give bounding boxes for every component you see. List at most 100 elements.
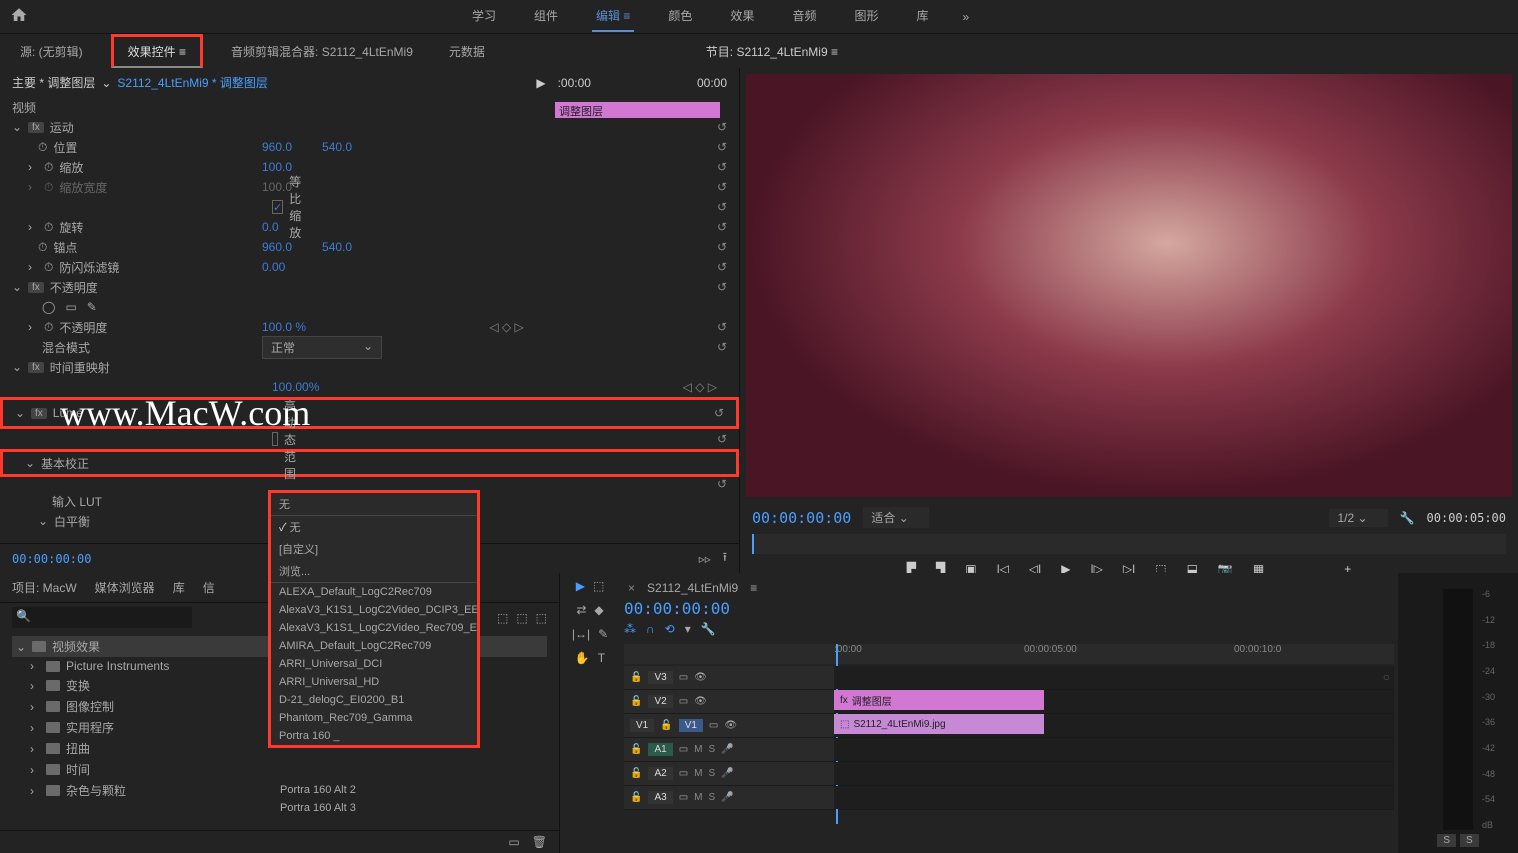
lut-item[interactable]: AlexaV3_K1S1_LogC2Video_Rec709_E <box>271 619 477 637</box>
stopwatch-icon[interactable]: ⏱ <box>44 260 53 275</box>
magnet-icon[interactable]: ∩ <box>646 622 655 636</box>
ellipse-mask-icon[interactable]: ◯ <box>42 300 55 314</box>
folder-item[interactable]: 扭曲 <box>66 740 90 757</box>
rect-mask-icon[interactable]: ▭ <box>65 300 76 314</box>
time-remap-effect[interactable]: 时间重映射 <box>50 359 110 376</box>
keyframe-nav[interactable]: ◁ ◇ ▷ <box>489 320 523 334</box>
razor-tool-icon[interactable]: |↔| <box>572 627 590 641</box>
library-tab[interactable]: 库 <box>173 579 185 596</box>
clip-adjustment[interactable]: fx调整图层 <box>834 690 1044 710</box>
lut-overflow[interactable]: Portra 160 Alt 3 <box>280 802 356 814</box>
reset-icon[interactable]: ↺ <box>717 320 727 334</box>
mute-button[interactable]: M <box>694 792 702 803</box>
program-tab[interactable]: 节目: S2112_4LtEnMi9 ≡ <box>698 37 846 66</box>
sequence-clip-link[interactable]: S2112_4LtEnMi9 * 调整图层 <box>117 74 268 91</box>
reset-icon[interactable]: ↺ <box>717 160 727 174</box>
eye-icon[interactable]: 👁 <box>694 672 707 683</box>
reset-icon[interactable]: ↺ <box>717 180 727 194</box>
solo-r[interactable]: S <box>1460 834 1479 847</box>
rotation-val[interactable]: 0.0 <box>262 220 279 234</box>
lut-item[interactable]: ALEXA_Default_LogC2Rec709 <box>271 583 477 601</box>
tab-effects[interactable]: 效果 <box>726 1 758 32</box>
folder-item[interactable]: 时间 <box>66 761 90 778</box>
chevron-down-icon[interactable]: ⌄ <box>16 640 26 654</box>
lut-item[interactable]: AMIRA_Default_LogC2Rec709 <box>271 637 477 655</box>
search-input[interactable] <box>12 607 192 628</box>
toggle-icon[interactable]: ▭ <box>679 672 688 683</box>
lut-item[interactable]: AlexaV3_K1S1_LogC2Video_DCIP3_EE <box>271 601 477 619</box>
zoom-out-icon[interactable]: ▹▹ <box>699 552 711 566</box>
chevron-right-icon[interactable]: › <box>30 763 40 777</box>
reset-icon[interactable]: ↺ <box>717 477 727 491</box>
opacity-val[interactable]: 100.0 % <box>262 320 306 334</box>
track-v2[interactable]: V2 <box>648 695 672 708</box>
chevron-down-icon[interactable]: ⌄ <box>38 514 48 528</box>
position-y[interactable]: 540.0 <box>322 140 352 154</box>
mute-button[interactable]: M <box>694 768 702 779</box>
chevron-right-icon[interactable]: › <box>28 320 38 334</box>
lut-item[interactable]: Portra 160 _ <box>271 727 477 745</box>
chevron-right-icon[interactable]: › <box>30 679 40 693</box>
type-tool-icon[interactable]: T <box>598 651 605 665</box>
timeline-timecode[interactable]: 00:00:00:00 <box>624 599 1394 618</box>
chevron-right-icon[interactable]: › <box>30 700 40 714</box>
program-ruler[interactable] <box>752 534 1506 554</box>
stopwatch-icon[interactable]: ⏱ <box>44 220 53 235</box>
ripple-tool-icon[interactable]: ⇄ <box>576 603 586 617</box>
tab-learn[interactable]: 学习 <box>468 1 500 32</box>
solo-button[interactable]: S <box>708 744 715 755</box>
lut-overflow[interactable]: Portra 160 Alt 2 <box>280 784 356 796</box>
marker-icon[interactable]: ▾ <box>685 622 691 636</box>
toggle-icon[interactable]: ▭ <box>679 696 688 707</box>
chevron-down-icon[interactable]: ⌄ <box>12 280 22 294</box>
stopwatch-icon[interactable]: ⏱ <box>38 240 47 255</box>
tab-assembly[interactable]: 组件 <box>530 1 562 32</box>
zoom-fit-select[interactable]: 适合 ⌄ <box>863 507 928 528</box>
lut-item[interactable]: D-21_delogC_EI0200_B1 <box>271 691 477 709</box>
solo-button[interactable]: S <box>708 768 715 779</box>
lock-icon[interactable]: 🔓 <box>630 696 642 707</box>
chevron-down-icon[interactable]: ⌄ <box>12 120 22 134</box>
fx-badge[interactable]: fx <box>28 362 44 373</box>
mute-button[interactable]: M <box>694 744 702 755</box>
stopwatch-icon[interactable]: ⏱ <box>38 140 47 155</box>
video-effects-folder[interactable]: 视频效果 <box>52 638 100 655</box>
playhead[interactable] <box>752 534 754 554</box>
chevron-right-icon[interactable]: › <box>30 742 40 756</box>
stopwatch-icon[interactable]: ⏱ <box>44 320 53 335</box>
lock-icon[interactable]: 🔓 <box>630 672 642 683</box>
reset-icon[interactable]: ↺ <box>717 140 727 154</box>
source-tab[interactable]: 源: (无剪辑) <box>12 37 91 66</box>
track-v1-src[interactable]: V1 <box>630 719 654 732</box>
track-select-icon[interactable]: ⬚ <box>593 579 604 593</box>
track-v3[interactable]: V3 <box>648 671 672 684</box>
track-a1[interactable]: A1 <box>648 743 672 756</box>
preset-icon-1[interactable]: ⬚ <box>497 611 508 625</box>
chevron-right-icon[interactable]: › <box>30 721 40 735</box>
reset-icon[interactable]: ↺ <box>717 340 727 354</box>
track-v1[interactable]: V1 <box>679 719 703 732</box>
project-tab[interactable]: 项目: MacW <box>12 579 77 596</box>
reset-icon[interactable]: ↺ <box>717 240 727 254</box>
chevron-right-icon[interactable]: › <box>28 160 38 174</box>
toggle-icon[interactable]: ▭ <box>679 768 688 779</box>
media-browser-tab[interactable]: 媒体浏览器 <box>95 579 155 596</box>
position-x[interactable]: 960.0 <box>262 140 292 154</box>
solo-l[interactable]: S <box>1437 834 1456 847</box>
basic-correction[interactable]: 基本校正 <box>41 455 89 472</box>
chevron-down-icon[interactable]: ⌄ <box>25 456 35 470</box>
preset-icon-3[interactable]: ⬚ <box>536 611 547 625</box>
toggle-icon[interactable]: ▭ <box>679 792 688 803</box>
reset-icon[interactable]: ↺ <box>717 220 727 234</box>
more-icon[interactable]: » <box>962 10 969 24</box>
tab-color[interactable]: 颜色 <box>664 1 696 32</box>
tab-edit[interactable]: 编辑 ≡ <box>592 1 634 32</box>
track-a2[interactable]: A2 <box>648 767 672 780</box>
tab-graphics[interactable]: 图形 <box>850 1 882 32</box>
reset-icon[interactable]: ↺ <box>717 432 727 446</box>
reset-icon[interactable]: ↺ <box>717 280 727 294</box>
chevron-right-icon[interactable]: › <box>30 784 40 798</box>
toggle-icon[interactable]: ▭ <box>679 744 688 755</box>
new-bin-icon[interactable]: ▭ <box>508 835 519 849</box>
pen-mask-icon[interactable]: ✎ <box>87 300 97 314</box>
